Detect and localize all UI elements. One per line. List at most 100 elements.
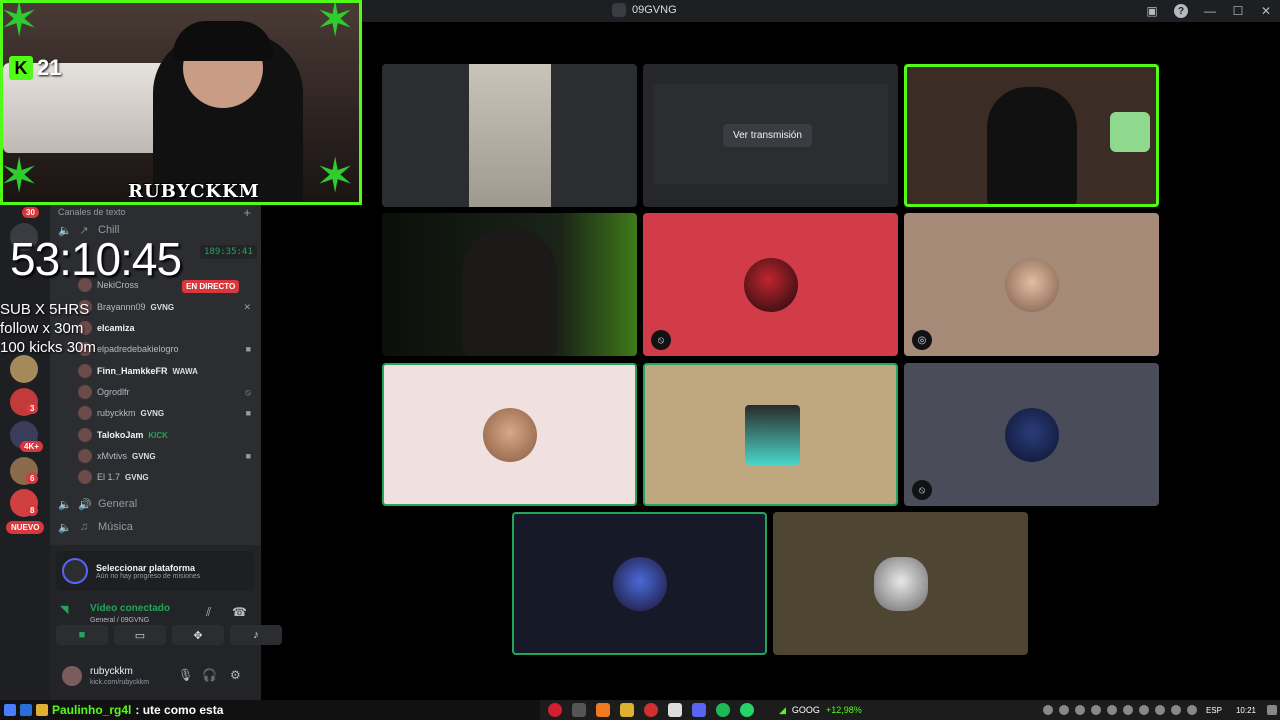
tray-icon[interactable] xyxy=(1074,705,1085,715)
tray-icon[interactable] xyxy=(1138,705,1149,715)
folder-icon[interactable] xyxy=(620,703,634,717)
close-button[interactable]: ✕ xyxy=(1252,4,1280,18)
speaker-icon: 🔊 xyxy=(78,498,92,511)
tray-icon[interactable] xyxy=(1058,705,1069,715)
voice-user[interactable]: xMvtivs GVNG ■ xyxy=(78,446,253,466)
select-platform-card[interactable]: Seleccionar plataforma Aún no hay progre… xyxy=(56,551,254,591)
voice-user[interactable]: Finn_HamkkeFR WAWA xyxy=(78,361,253,381)
record-icon[interactable] xyxy=(644,703,658,717)
wifi-icon[interactable] xyxy=(1170,705,1181,715)
connection-location[interactable]: General / 09GVNG xyxy=(90,617,149,624)
platform-title: Seleccionar plataforma xyxy=(96,562,196,573)
user-avatar xyxy=(1004,407,1059,462)
disconnect-icon[interactable]: ☎ xyxy=(232,605,247,619)
user-bar: rubyckkm kick.com/rubyckkm 🎙 🎧 ⚙ xyxy=(50,660,261,700)
tray-icon[interactable] xyxy=(1090,705,1101,715)
headphones-icon[interactable]: 🎧 xyxy=(202,668,217,682)
voice-user[interactable]: Ogrodlfr ⦸ xyxy=(78,382,253,402)
voice-user-name: elpadredebakielogro xyxy=(97,344,179,354)
avatar xyxy=(78,406,92,420)
maximize-button[interactable]: ☐ xyxy=(1224,4,1252,18)
kick-logo-icon: K xyxy=(9,56,33,80)
windows-icon xyxy=(4,704,16,716)
deafened-icon: ⦸ xyxy=(245,386,251,397)
stock-ticker[interactable]: ◢ GOOG +12,98% xyxy=(779,705,862,716)
subathon-timer: 53:10:45 xyxy=(10,233,182,285)
discord-icon[interactable] xyxy=(692,703,706,717)
camera-icon: ■ xyxy=(245,344,251,354)
voice-user-tag: WAWA xyxy=(172,366,198,376)
category-header[interactable]: Canales de texto xyxy=(58,207,126,217)
clock[interactable]: 10:21 xyxy=(1236,706,1256,715)
minimize-button[interactable]: — xyxy=(1196,4,1224,18)
voice-user-name: El 1.7 xyxy=(97,472,121,482)
video-tile-avatar-olive[interactable] xyxy=(773,512,1028,655)
channel-general[interactable]: 🔈 🔊 General xyxy=(58,495,137,513)
tray-icon[interactable] xyxy=(1042,705,1053,715)
avatar[interactable] xyxy=(62,666,82,686)
voice-user-name: rubyckkm xyxy=(97,408,136,418)
obs-icon[interactable] xyxy=(572,703,586,717)
window-title: 09GVNG xyxy=(632,4,677,16)
voice-user-tag: GVNG xyxy=(150,302,175,312)
voice-user[interactable]: TalokoJam KICK xyxy=(78,425,253,445)
video-tile-avatar-navy[interactable] xyxy=(512,512,767,655)
app-icon[interactable] xyxy=(596,703,610,717)
inbox-icon[interactable]: ▣ xyxy=(1138,4,1166,18)
soundboard-button[interactable]: ♪ xyxy=(230,625,282,645)
video-tile-avatar-tan[interactable]: ◎ xyxy=(904,213,1159,356)
channel-musica[interactable]: 🔈 ♫ Música xyxy=(58,518,133,536)
spotify-icon[interactable] xyxy=(716,703,730,717)
video-tile-avatar-red[interactable]: ⦸ xyxy=(643,213,898,356)
music-icon: ♫ xyxy=(79,521,89,533)
voice-user[interactable]: Brayannn09 GVNG ✕ xyxy=(78,297,253,317)
username[interactable]: rubyckkm xyxy=(90,666,133,677)
volume-icon[interactable] xyxy=(1186,705,1197,715)
connection-status[interactable]: Vídeo conectado xyxy=(90,603,170,614)
voice-user[interactable]: elcamiza xyxy=(78,318,253,338)
help-icon[interactable]: ? xyxy=(1174,4,1188,18)
whatsapp-icon[interactable] xyxy=(740,703,754,717)
voice-user[interactable]: elpadredebakielogro ■ xyxy=(78,339,253,359)
tray-icon[interactable] xyxy=(1106,705,1117,715)
screen: 09GVNG ▣ ? — ☐ ✕ Ver transmisión ⦸ ◎ ⦸ 3… xyxy=(0,0,1280,720)
watch-stream-button[interactable]: Ver transmisión xyxy=(723,124,812,147)
leaf-icon: ✶ xyxy=(0,0,40,47)
camera-button[interactable]: ■ xyxy=(56,625,108,645)
screen-share-button[interactable]: ▭ xyxy=(114,625,166,645)
microphone-icon[interactable]: 🎙 xyxy=(178,668,193,682)
badge-icon xyxy=(36,704,48,716)
noise-suppression-icon[interactable]: ⫽ xyxy=(206,605,211,620)
settings-icon[interactable]: ⚙ xyxy=(230,668,241,682)
video-tile-person-green[interactable] xyxy=(382,213,637,356)
tray-icon[interactable] xyxy=(1122,705,1133,715)
video-tile-stream-webcam[interactable] xyxy=(904,64,1159,207)
voice-user-name: Brayannn09 xyxy=(97,302,146,312)
video-tile-camera-floor[interactable] xyxy=(382,64,637,207)
speaker-icon: 🔈 xyxy=(58,498,72,511)
opera-icon[interactable] xyxy=(548,703,562,717)
voice-user[interactable]: rubyckkm GVNG ■ xyxy=(78,403,253,423)
video-tile-avatar-pink[interactable] xyxy=(382,363,637,506)
speaker-icon: 🔈 xyxy=(58,521,72,534)
notepad-icon[interactable] xyxy=(668,703,682,717)
voice-user[interactable]: El 1.7 GVNG xyxy=(78,467,253,487)
activities-button[interactable]: ✥ xyxy=(172,625,224,645)
video-tile-avatar-slate[interactable]: ⦸ xyxy=(904,363,1159,506)
server-icon[interactable] xyxy=(10,355,38,383)
user-avatar xyxy=(1004,257,1059,312)
muted-video-icon: ⦸ xyxy=(651,330,671,350)
user-avatar xyxy=(612,556,667,611)
language-indicator[interactable]: ESP xyxy=(1206,706,1222,715)
signal-icon: ◥ xyxy=(60,604,69,616)
chat-message: : ute como esta xyxy=(135,703,224,717)
deafened-icon: ✕ xyxy=(243,301,251,312)
server-icon xyxy=(612,3,626,17)
video-tile-stream-preview[interactable]: Ver transmisión xyxy=(643,64,898,207)
add-channel-icon[interactable]: + xyxy=(243,205,251,220)
video-tile-avatar-gold[interactable] xyxy=(643,363,898,506)
user-avatar xyxy=(745,405,800,465)
stock-change: +12,98% xyxy=(825,705,862,715)
notifications-icon[interactable] xyxy=(1267,705,1277,715)
tray-icon[interactable] xyxy=(1154,705,1165,715)
